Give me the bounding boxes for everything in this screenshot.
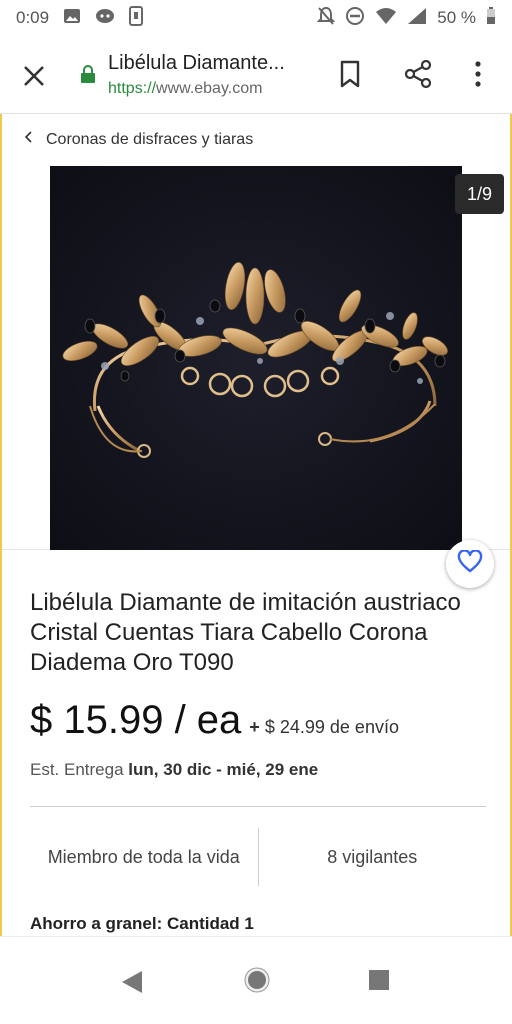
lock-icon[interactable] <box>80 64 96 89</box>
shipping-cost: + $ 24.99 de envío <box>249 717 399 738</box>
heart-icon <box>457 548 483 579</box>
shipping-prefix: + <box>249 717 260 737</box>
mute-icon <box>316 6 336 31</box>
discord-notification-icon <box>95 7 115 30</box>
shipping-suffix: de envío <box>329 717 399 737</box>
item-title: Libélula Diamante de imitación austriaco… <box>30 589 461 676</box>
custom-tab-toolbar: Libélula Diamante... https://www.ebay.co… <box>0 36 512 114</box>
watch-button[interactable] <box>446 540 494 588</box>
seller-member-stat: Miembro de toda la vida <box>47 846 240 867</box>
item-stats: Miembro de toda la vida 8 vigilantes <box>30 828 486 886</box>
watchers-count: 8 vigilantes <box>327 846 418 867</box>
divider <box>30 806 486 807</box>
delivery-label: Est. Entrega <box>30 760 124 779</box>
close-icon[interactable] <box>18 60 50 92</box>
image-counter: 1/9 <box>455 174 504 214</box>
shipping-amount: $ 24.99 <box>264 717 325 737</box>
share-icon[interactable] <box>402 58 434 90</box>
signal-icon <box>407 7 427 30</box>
item-price: $ 15.99 / ea <box>30 698 242 742</box>
page-content: Coronas de disfraces y tiaras 1/9 Libélu… <box>0 114 512 936</box>
tiara-illustration <box>62 262 448 458</box>
status-time: 0:09 <box>16 8 50 27</box>
wifi-icon <box>375 7 397 30</box>
battery-icon <box>486 6 496 30</box>
recents-icon[interactable] <box>368 969 390 996</box>
phone-notification-icon <box>129 5 144 31</box>
image-gallery[interactable]: 1/9 <box>2 166 510 550</box>
url-scheme: https:// <box>108 80 157 97</box>
breadcrumb-label: Coronas de disfraces y tiaras <box>46 130 254 148</box>
system-nav-bar <box>0 936 512 1024</box>
dnd-icon <box>345 6 365 31</box>
url-host: www.ebay.com <box>156 80 263 97</box>
status-bar: 0:09 50 % <box>0 0 512 36</box>
more-options-icon[interactable] <box>468 58 488 90</box>
page-title: Libélula Diamante... <box>108 52 285 74</box>
url-bar[interactable]: https://www.ebay.com <box>108 80 262 98</box>
breadcrumb[interactable]: Coronas de disfraces y tiaras <box>24 130 253 149</box>
status-left: 0:09 <box>16 5 144 31</box>
delivery-dates: lun, 30 dic - mié, 29 ene <box>128 760 319 779</box>
home-icon[interactable] <box>244 967 270 998</box>
price-row: $ 15.99 / ea + $ 24.99 de envío <box>30 698 399 743</box>
estimated-delivery: Est. Entrega lun, 30 dic - mié, 29 ene <box>30 760 318 780</box>
back-icon[interactable] <box>120 969 144 1000</box>
bulk-savings-heading: Ahorro a granel: Cantidad 1 <box>30 914 254 933</box>
product-image[interactable] <box>50 166 462 550</box>
status-right: 50 % <box>316 6 496 31</box>
gallery-notification-icon <box>63 7 81 30</box>
chevron-left-icon <box>24 130 34 149</box>
battery-percent: 50 % <box>437 8 476 27</box>
bookmark-icon[interactable] <box>336 58 364 90</box>
